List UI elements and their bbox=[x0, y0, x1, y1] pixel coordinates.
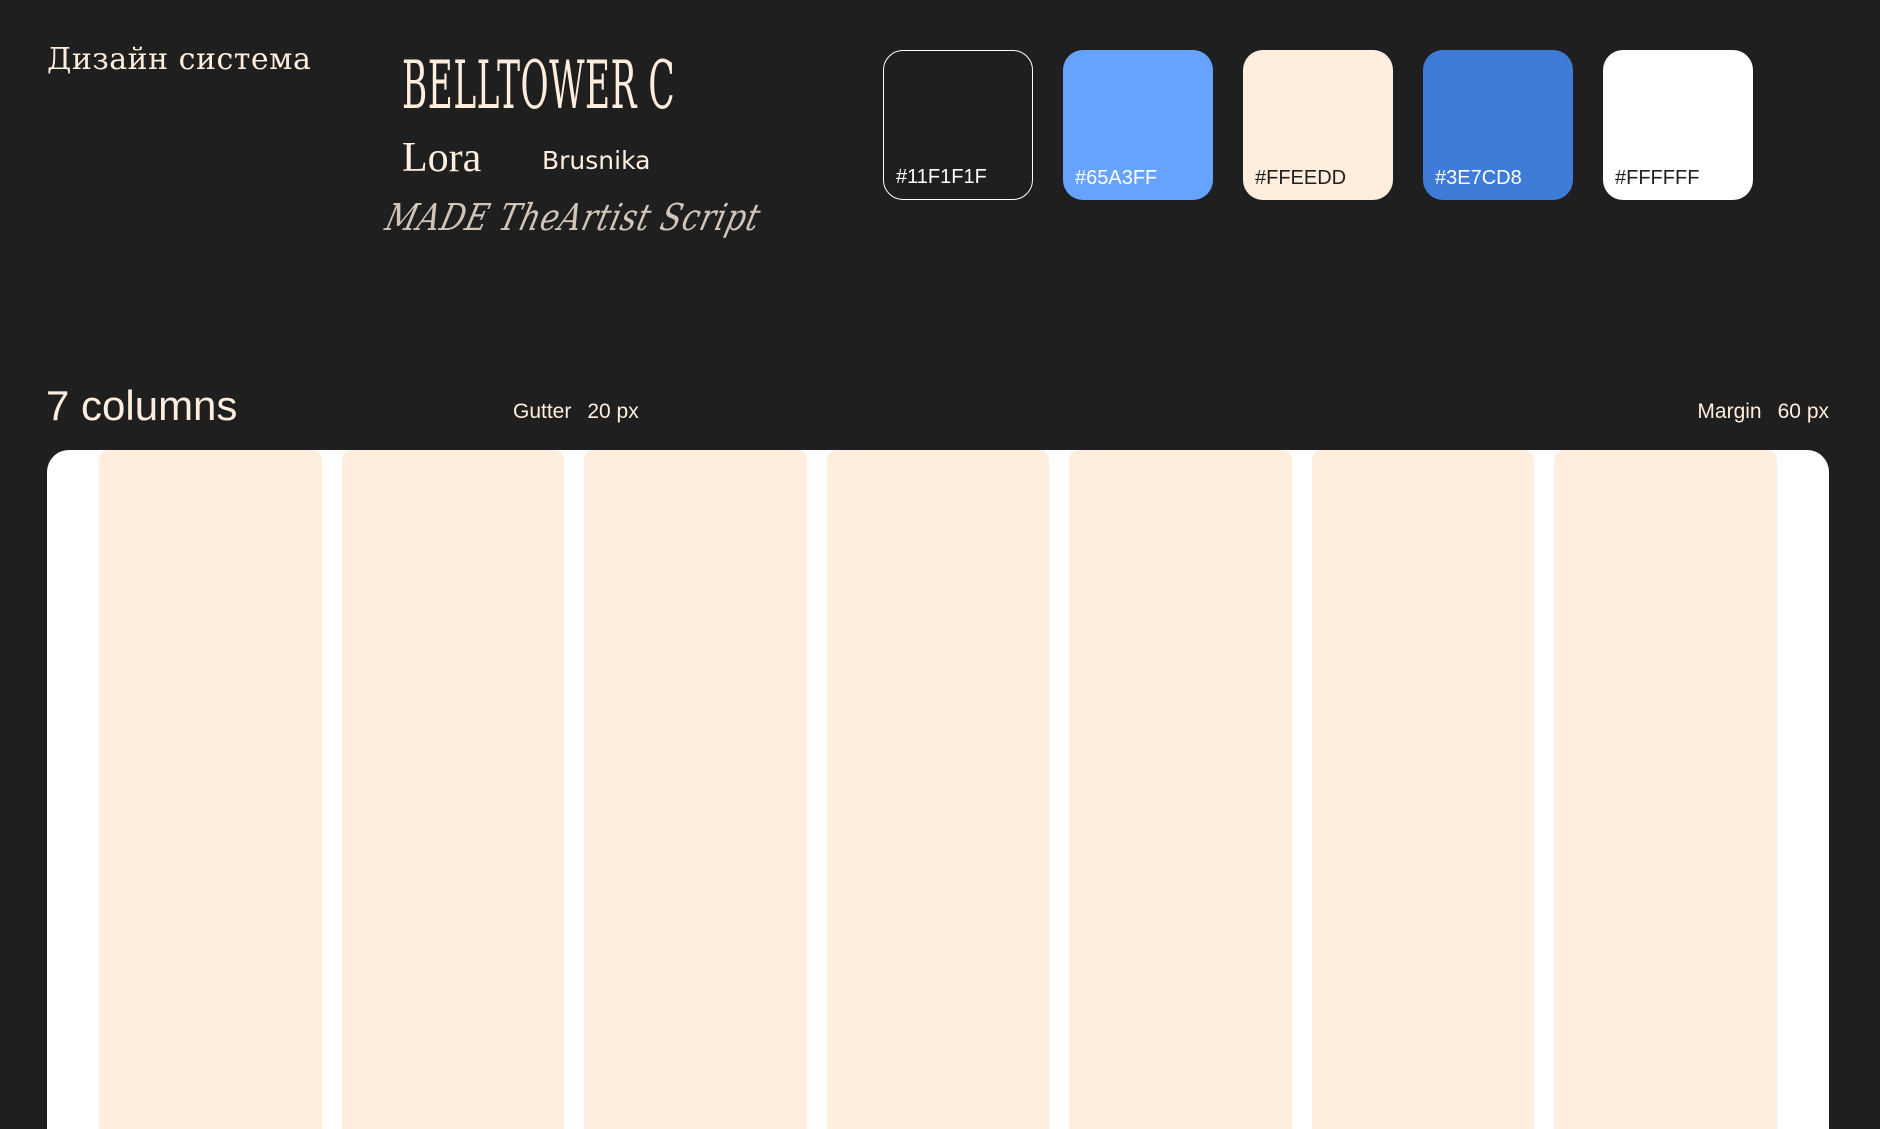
grid-column bbox=[1069, 450, 1292, 1129]
gutter-label: Gutter bbox=[513, 400, 572, 423]
color-swatch: #FFFFFF bbox=[1603, 50, 1753, 200]
swatch-hex-label: #3E7CD8 bbox=[1435, 167, 1522, 189]
font-specimen-brusnika: Brusnika bbox=[542, 146, 651, 175]
font-specimen-belltower: BELLTOWER C bbox=[402, 47, 676, 124]
color-swatch: #3E7CD8 bbox=[1423, 50, 1573, 200]
color-palette: #11F1F1F #65A3FF #FFEEDD #3E7CD8 #FFFFFF bbox=[883, 50, 1753, 200]
swatch-hex-label: #FFFFFF bbox=[1615, 167, 1700, 189]
gutter-info: Gutter 20 px bbox=[513, 400, 639, 424]
margin-info: Margin 60 px bbox=[1697, 400, 1829, 424]
gutter-value: 20 px bbox=[587, 400, 639, 423]
color-swatch: #FFEEDD bbox=[1243, 50, 1393, 200]
swatch-hex-label: #FFEEDD bbox=[1255, 167, 1347, 189]
color-swatch: #65A3FF bbox=[1063, 50, 1213, 200]
column-grid bbox=[47, 450, 1829, 1129]
grid-column bbox=[1554, 450, 1777, 1129]
swatch-hex-label: #11F1F1F bbox=[896, 166, 987, 188]
grid-title: 7 columns bbox=[46, 382, 238, 429]
page-title: Дизайн система bbox=[47, 42, 312, 77]
color-swatch: #11F1F1F bbox=[883, 50, 1033, 200]
font-specimen-made-script: MADE TheArtist Script bbox=[381, 196, 766, 239]
grid-column bbox=[826, 450, 1050, 1129]
margin-label: Margin bbox=[1697, 400, 1762, 423]
grid-column bbox=[584, 450, 807, 1129]
grid-column bbox=[341, 450, 565, 1129]
font-specimen-lora: Lora bbox=[402, 135, 482, 181]
grid-column bbox=[1311, 450, 1535, 1129]
margin-value: 60 px bbox=[1777, 400, 1829, 423]
swatch-hex-label: #65A3FF bbox=[1075, 167, 1158, 189]
grid-column bbox=[99, 450, 322, 1129]
